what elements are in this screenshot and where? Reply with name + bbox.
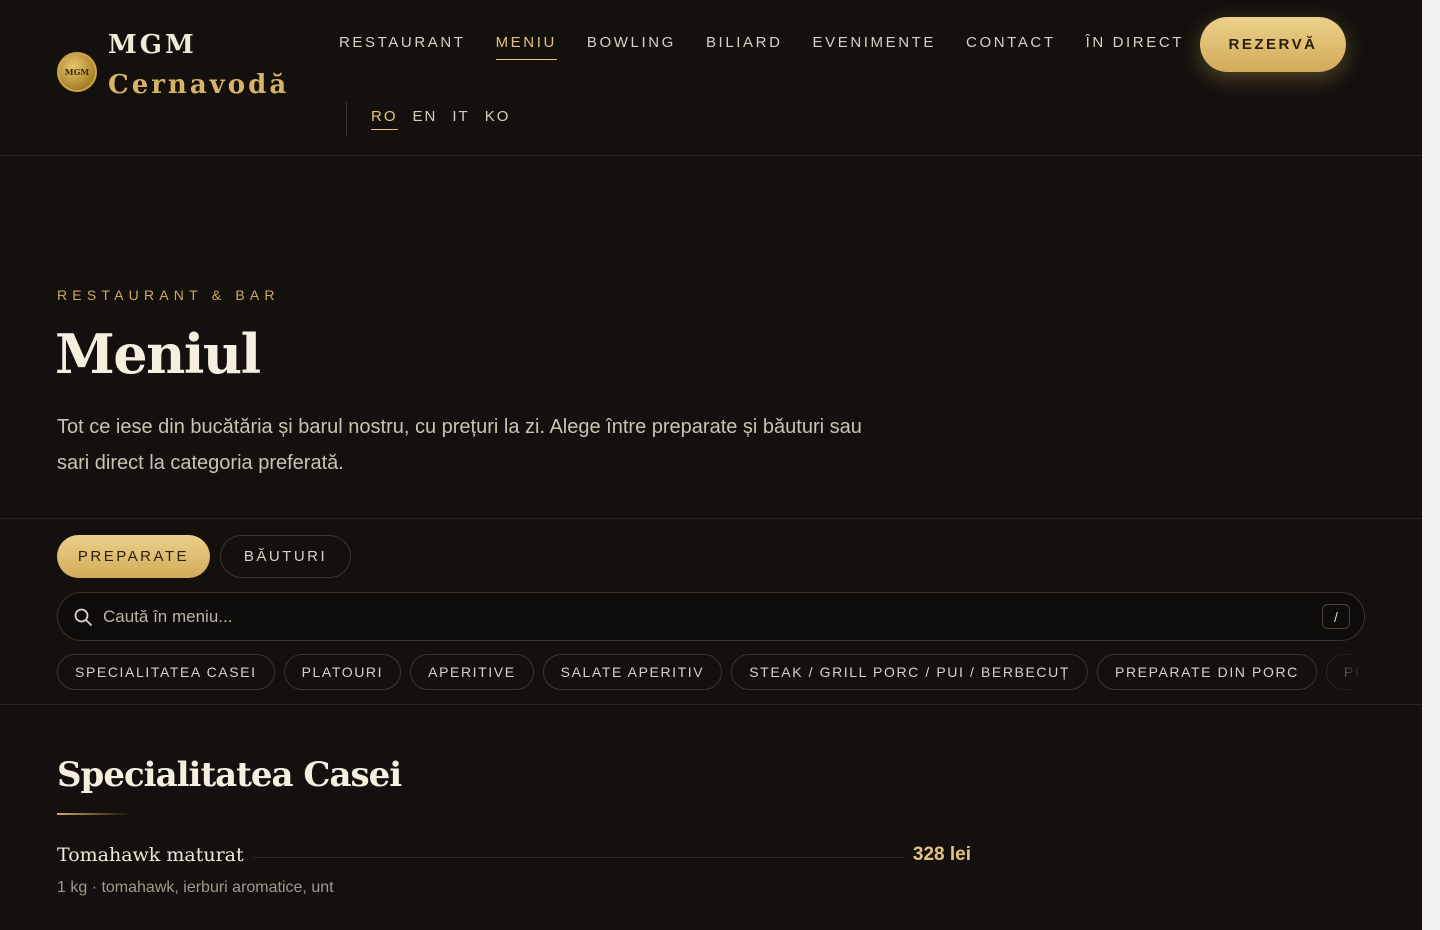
page: MGM MGM Cernavodă RESTAURANT MENIU BOWLI… [0,0,1422,930]
menu-item-price: 328 lei [912,844,971,865]
hero-eyebrow: RESTAURANT & BAR [57,287,280,303]
site-header: MGM MGM Cernavodă RESTAURANT MENIU BOWLI… [0,0,1422,156]
lang-en[interactable]: EN [413,108,438,130]
divider [0,704,1422,705]
category-chip-preparate-din[interactable]: PREPARATE DIN [1325,654,1363,690]
category-chip-salate-aperitiv[interactable]: SALATE APERITIV [542,654,723,690]
page-title: Meniul [55,322,261,386]
nav-item-evenimente[interactable]: EVENIMENTE [813,34,937,60]
nav-item-contact[interactable]: CONTACT [966,34,1056,60]
menu-item: Tomahawk maturat 328 lei [57,844,971,866]
brand-badge-icon: MGM [57,52,97,92]
section-title: Specialitatea Casei [57,755,402,795]
menu-item-description: 1 kg · tomahawk, ierburi aromatice, unt [57,879,334,896]
nav-item-restaurant[interactable]: RESTAURANT [339,34,466,60]
lang-it[interactable]: IT [452,108,469,130]
divider [0,518,1422,519]
language-switcher: RO EN IT KO [371,108,525,130]
category-chip-aperitive[interactable]: APERITIVE [410,654,534,690]
language-divider [346,102,347,136]
category-scroller[interactable]: SPECIALITATEA CASEI PLATOURI APERITIVE S… [57,654,1363,690]
lang-ro[interactable]: RO [371,108,398,130]
nav-item-meniu[interactable]: MENIU [495,34,557,60]
category-chip-specialitatea-casei[interactable]: SPECIALITATEA CASEI [57,654,275,690]
brand-name: MGM [108,30,197,60]
category-chip-preparate-din-porc[interactable]: PREPARATE DIN PORC [1097,654,1317,690]
reserve-button[interactable]: REZERVĂ [1200,17,1346,72]
nav-item-bowling[interactable]: BOWLING [587,34,676,60]
search-input[interactable] [103,606,1322,627]
menu-item-name: Tomahawk maturat [57,844,244,866]
main-nav: RESTAURANT MENIU BOWLING BILIARD EVENIME… [339,34,1214,60]
tab-preparate[interactable]: PREPARATE [57,535,210,578]
search-shortcut-hint: / [1322,604,1350,629]
category-chip-platouri[interactable]: PLATOURI [283,654,402,690]
category-chip-steak-grill[interactable]: STEAK / GRILL PORC / PUI / BERBECUȚ [731,654,1088,690]
search-bar: / [57,592,1365,641]
menu-item-leader [253,856,903,858]
brand-logo[interactable]: MGM MGM Cernavodă [57,30,290,106]
hero-description: Tot ce iese din bucătăria și barul nostr… [57,416,862,474]
nav-item-biliard[interactable]: BILIARD [706,34,783,60]
section-underline [57,813,131,815]
lang-ko[interactable]: KO [485,108,511,130]
brand-city: Cernavodă [108,70,290,100]
tab-bauturi[interactable]: BĂUTURI [220,535,351,578]
nav-item-in-direct[interactable]: ÎN DIRECT [1086,34,1184,60]
search-icon [74,608,92,626]
